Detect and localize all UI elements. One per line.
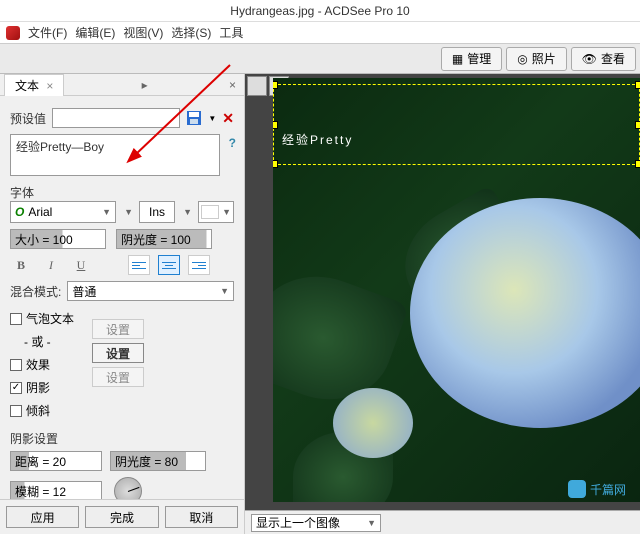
image-content: [333, 388, 413, 458]
text-input[interactable]: 经验Pretty—Boy: [10, 134, 220, 176]
chevron-down-icon[interactable]: ▼: [183, 207, 192, 217]
shadow-settings-button[interactable]: 设置: [92, 343, 144, 363]
tab-text[interactable]: 文本 ×: [4, 74, 64, 96]
blend-mode-dropdown[interactable]: 普通 ▼: [67, 281, 234, 301]
canvas-area: 经验Pretty 显示上一个图像 ▼ 千篇网: [245, 74, 640, 534]
dropdown-arrow-icon[interactable]: ▼: [208, 114, 216, 123]
preset-label: 预设值: [10, 110, 46, 127]
menu-select[interactable]: 选择(S): [171, 24, 211, 41]
chevron-down-icon: ▼: [220, 286, 229, 296]
menu-view[interactable]: 视图(V): [123, 24, 163, 41]
underline-button[interactable]: U: [70, 255, 92, 275]
chevron-down-icon: ▼: [102, 207, 111, 217]
grid-icon: ▦: [452, 52, 463, 66]
align-left-button[interactable]: [128, 255, 150, 275]
view-button[interactable]: 👁 查看: [571, 47, 636, 71]
menu-bar: 文件(F) 编辑(E) 视图(V) 选择(S) 工具: [0, 22, 640, 44]
photo-button[interactable]: ◎ 照片: [506, 47, 567, 71]
resize-handle[interactable]: [273, 160, 278, 168]
font-preview-icon: O: [15, 205, 24, 219]
main-toolbar: ▦ 管理 ◎ 照片 👁 查看: [0, 44, 640, 74]
shadow-angle-dial[interactable]: [114, 477, 142, 499]
eye-icon: 👁: [582, 52, 597, 66]
panel-chevron-icon[interactable]: ▸: [138, 78, 152, 92]
preset-dropdown[interactable]: [52, 108, 180, 128]
text-overlay-box[interactable]: 经验Pretty: [273, 84, 640, 165]
align-center-button[interactable]: [158, 255, 180, 275]
size-slider[interactable]: 大小 = 100: [10, 229, 106, 249]
or-label: - 或 -: [24, 333, 51, 350]
text-color-picker[interactable]: ▼: [198, 201, 234, 223]
shadow-blur-slider[interactable]: 模糊 = 12: [10, 481, 102, 499]
chevron-down-icon: ▼: [222, 207, 231, 217]
shadow-opacity-slider[interactable]: 阴光度 = 80: [110, 451, 206, 471]
save-preset-icon[interactable]: [186, 110, 202, 126]
color-swatch: [201, 205, 219, 219]
blend-label: 混合模式:: [10, 283, 61, 300]
canvas-tool-button[interactable]: [247, 76, 267, 96]
watermark-icon: [568, 480, 586, 498]
title-bar: Hydrangeas.jpg - ACDSee Pro 10: [0, 0, 640, 22]
window-title: Hydrangeas.jpg - ACDSee Pro 10: [230, 4, 409, 18]
cancel-button[interactable]: 取消: [165, 506, 238, 528]
text-panel: 文本 × ▸ × ? 预设值 ▼ ✕ 经验Pretty—Boy 字体: [0, 74, 245, 534]
done-button[interactable]: 完成: [85, 506, 158, 528]
shadow-settings-label: 阴影设置: [10, 430, 234, 447]
menu-edit[interactable]: 编辑(E): [75, 24, 115, 41]
status-bar: 显示上一个图像 ▼: [245, 510, 640, 534]
manage-button[interactable]: ▦ 管理: [441, 47, 502, 71]
status-dropdown[interactable]: 显示上一个图像 ▼: [251, 514, 381, 532]
italic-button[interactable]: I: [40, 255, 62, 275]
chevron-down-icon[interactable]: ▼: [124, 207, 133, 217]
apply-button[interactable]: 应用: [6, 506, 79, 528]
close-tab-icon[interactable]: ×: [46, 79, 53, 93]
bubble-checkbox[interactable]: [10, 313, 22, 325]
effect-settings-button[interactable]: 设置: [92, 319, 144, 339]
menu-tools[interactable]: 工具: [219, 24, 243, 41]
resize-handle[interactable]: [635, 81, 640, 89]
delete-preset-icon[interactable]: ✕: [222, 110, 234, 127]
panel-close-icon[interactable]: ×: [225, 78, 240, 92]
help-icon[interactable]: ?: [229, 136, 236, 150]
resize-handle[interactable]: [635, 121, 640, 129]
resize-handle[interactable]: [273, 81, 278, 89]
resize-handle[interactable]: [273, 121, 278, 129]
app-logo-icon: [6, 26, 20, 40]
font-label: 字体: [10, 184, 234, 201]
skew-settings-button[interactable]: 设置: [92, 367, 144, 387]
image-preview[interactable]: 经验Pretty: [273, 78, 640, 502]
skew-checkbox[interactable]: [10, 405, 22, 417]
insert-button[interactable]: Ins: [139, 201, 175, 223]
bold-button[interactable]: B: [10, 255, 32, 275]
font-family-dropdown[interactable]: O Arial ▼: [10, 201, 116, 223]
resize-handle[interactable]: [635, 160, 640, 168]
menu-file[interactable]: 文件(F): [28, 24, 67, 41]
effect-checkbox[interactable]: [10, 359, 22, 371]
chevron-down-icon: ▼: [367, 518, 376, 528]
watermark: 千篇网: [568, 480, 626, 498]
align-right-button[interactable]: [188, 255, 210, 275]
shadow-checkbox[interactable]: [10, 382, 22, 394]
opacity-slider[interactable]: 阴光度 = 100: [116, 229, 212, 249]
shadow-distance-slider[interactable]: 距离 = 20: [10, 451, 102, 471]
photo-icon: ◎: [517, 52, 527, 66]
